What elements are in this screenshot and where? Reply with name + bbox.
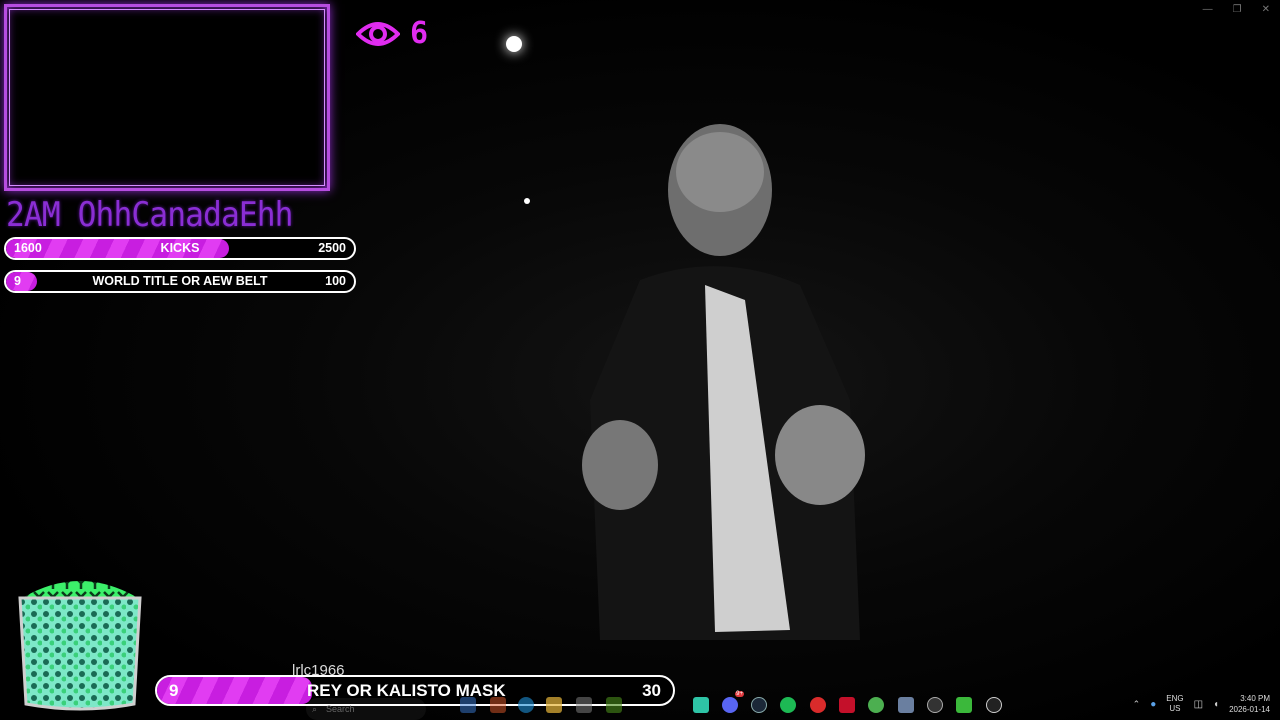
app-icon[interactable] xyxy=(898,697,914,713)
search-icon: ⌕ xyxy=(312,704,318,714)
app-icon[interactable] xyxy=(868,697,884,713)
window-controls: — ❐ ✕ xyxy=(1203,4,1270,15)
viewer-counter: 6 xyxy=(356,16,428,51)
obs-icon[interactable] xyxy=(927,697,943,713)
wifi-icon[interactable]: ◫ xyxy=(1194,699,1203,710)
file-explorer-icon[interactable] xyxy=(546,697,562,713)
edge-icon[interactable] xyxy=(518,697,534,713)
goal-label: WORLD TITLE OR AEW BELT xyxy=(92,274,268,288)
search-placeholder: Search xyxy=(326,704,355,714)
minecraft-icon[interactable] xyxy=(956,697,972,713)
app-icon[interactable] xyxy=(576,697,592,713)
clock[interactable]: 3:40 PM 2026-01-14 xyxy=(1229,693,1270,715)
viewer-count: 6 xyxy=(410,16,429,51)
goal-target: 100 xyxy=(325,274,346,288)
discord-icon[interactable]: 9+ xyxy=(722,691,744,713)
app-icon[interactable] xyxy=(986,697,1002,713)
system-tray: ⌃ ● ENG US ◫ ◖ 3:40 PM 2026-01-14 xyxy=(1133,693,1270,715)
close-icon[interactable]: ✕ xyxy=(1262,4,1270,15)
steam-icon[interactable] xyxy=(751,697,767,713)
app-icon[interactable] xyxy=(810,697,826,713)
minimize-icon[interactable]: — xyxy=(1203,4,1213,15)
goal-bar-belt: 9 WORLD TITLE OR AEW BELT 100 xyxy=(4,270,356,293)
goal-bar-kicks: 1600 KICKS 2500 xyxy=(4,237,356,260)
volume-icon[interactable]: ◖ xyxy=(1213,699,1219,710)
channel-name: 2AM OhhCanadaEhh xyxy=(6,195,294,235)
goal-target: 2500 xyxy=(318,241,346,255)
nvidia-icon[interactable] xyxy=(606,697,622,713)
taskbar: ⌕ Search 9+ ⌃ ● ENG US ◫ ◖ 3:40 PM 2026-… xyxy=(0,690,1280,720)
microphone-icon[interactable]: ● xyxy=(1150,699,1156,710)
spotify-icon[interactable] xyxy=(780,697,796,713)
language-indicator[interactable]: ENG US xyxy=(1166,694,1183,714)
notification-badge: 9+ xyxy=(735,691,744,697)
app-icon[interactable] xyxy=(839,697,855,713)
search-input[interactable]: ⌕ Search xyxy=(306,698,426,720)
app-icon[interactable] xyxy=(693,697,709,713)
webcam-frame xyxy=(4,4,330,191)
chevron-up-icon[interactable]: ⌃ xyxy=(1133,699,1141,710)
app-icon[interactable] xyxy=(460,697,476,713)
restore-icon[interactable]: ❐ xyxy=(1233,4,1242,15)
app-icon[interactable] xyxy=(490,697,506,713)
eye-icon xyxy=(356,21,400,46)
goal-label: KICKS xyxy=(160,241,200,255)
